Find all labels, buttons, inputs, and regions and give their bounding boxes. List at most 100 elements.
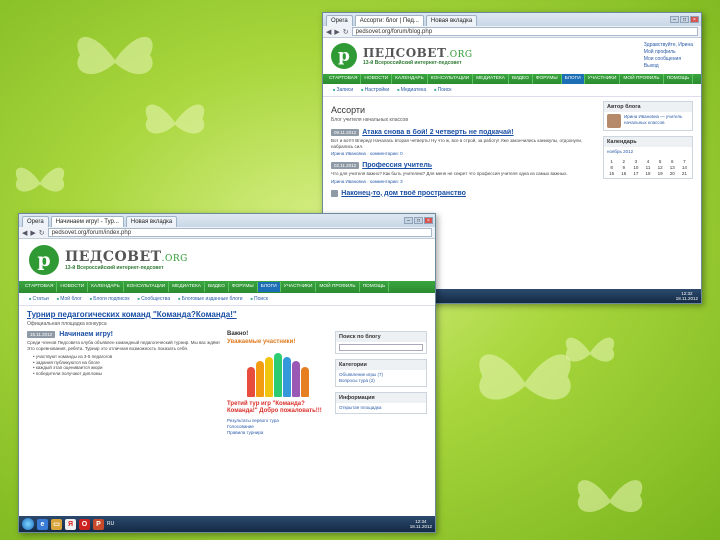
close-icon[interactable]: × xyxy=(424,217,433,224)
submenu-item[interactable]: Мой блог xyxy=(57,296,81,302)
post-title-link[interactable]: Атака снова в бой! 2 четверть не подкача… xyxy=(362,129,513,136)
calendar-day[interactable]: 12 xyxy=(655,165,666,170)
maximize-icon[interactable]: □ xyxy=(414,217,423,224)
back-icon[interactable]: ◀ xyxy=(22,229,27,237)
messages-link[interactable]: Мои сообщения xyxy=(644,56,693,63)
menu-item[interactable]: ВИДЕО xyxy=(509,74,533,84)
browser-tab[interactable]: Новая вкладка xyxy=(125,216,178,227)
start-button[interactable] xyxy=(22,518,34,530)
menu-item[interactable]: НОВОСТИ xyxy=(57,282,89,292)
submenu-item[interactable]: Записи xyxy=(333,87,354,93)
submenu-item[interactable]: Медиатека xyxy=(397,87,426,93)
submenu-item[interactable]: Статьи xyxy=(29,296,49,302)
calendar-day[interactable]: 6 xyxy=(667,159,678,164)
folder-icon[interactable]: ▭ xyxy=(51,518,62,530)
menu-item[interactable]: МОЙ ПРОФИЛЬ xyxy=(620,74,664,84)
calendar-day[interactable]: 17 xyxy=(630,171,641,176)
calendar-day[interactable]: 4 xyxy=(642,159,653,164)
menu-item[interactable]: СТАРТОВАЯ xyxy=(326,74,362,84)
calendar-day[interactable]: 20 xyxy=(667,171,678,176)
minimize-icon[interactable]: – xyxy=(404,217,413,224)
menu-item[interactable]: НОВОСТИ xyxy=(361,74,393,84)
logout-link[interactable]: Выход xyxy=(644,63,693,70)
browser-tab-active[interactable]: Начинаем игру! - Тур... xyxy=(50,216,124,227)
tournament-call-text[interactable]: Третий тур игр "Команда?Команда!" Добро … xyxy=(227,401,329,415)
greeting-link[interactable]: Здравствуйте, Ирина xyxy=(644,42,693,49)
submenu-item[interactable]: Блоги подписок xyxy=(90,296,129,302)
submenu-item[interactable]: Поиск xyxy=(251,296,268,302)
menu-item[interactable]: КАЛЕНДАРЬ xyxy=(88,282,124,292)
menu-item[interactable]: ФОРУМЫ xyxy=(229,282,258,292)
page-title[interactable]: Турнир педагогических команд "Команда?Ко… xyxy=(27,310,427,319)
post-comments-link[interactable]: комментарии: 3 xyxy=(370,179,403,184)
tournament-link[interactable]: Правила турнира xyxy=(227,430,329,436)
profile-link[interactable]: Мой профиль xyxy=(644,49,693,56)
minimize-icon[interactable]: – xyxy=(670,16,679,23)
taskbar-clock[interactable]: 12:32 18.11.2012 xyxy=(676,291,698,301)
maximize-icon[interactable]: □ xyxy=(680,16,689,23)
browser-tab-active[interactable]: Ассорти: блог | Пед... xyxy=(354,15,424,26)
menu-item[interactable]: ПОМОЩЬ xyxy=(360,282,390,292)
post-author-link[interactable]: Ирина Ивановна xyxy=(331,179,366,184)
menu-item[interactable]: МЕДИАТЕКА xyxy=(473,74,509,84)
forward-icon[interactable]: ▶ xyxy=(30,229,35,237)
pedsovet-logo-icon[interactable]: р xyxy=(331,43,357,69)
avatar[interactable] xyxy=(607,114,621,128)
info-text[interactable]: Открытая площадка xyxy=(336,403,426,413)
yandex-icon[interactable]: Я xyxy=(65,518,76,530)
menu-item[interactable]: СТАРТОВАЯ xyxy=(22,282,58,292)
calendar-day[interactable]: 9 xyxy=(618,165,629,170)
calendar-day[interactable]: 2 xyxy=(618,159,629,164)
reload-icon[interactable]: ↻ xyxy=(39,229,45,237)
menu-item[interactable]: УЧАСТНИКИ xyxy=(585,74,621,84)
opera-icon[interactable]: O xyxy=(79,518,90,530)
blog-search-input[interactable] xyxy=(339,344,423,351)
calendar-day[interactable]: 3 xyxy=(630,159,641,164)
url-input[interactable]: pedsovet.org/forum/index.php xyxy=(47,228,432,237)
calendar-day[interactable]: 11 xyxy=(642,165,653,170)
calendar-day[interactable]: 13 xyxy=(667,165,678,170)
menu-item[interactable]: ФОРУМЫ xyxy=(533,74,562,84)
post-comments-link[interactable]: комментарии: 0 xyxy=(370,151,403,156)
categories-list[interactable]: Объявление игры (7) Вопросы тура (2) xyxy=(336,370,426,386)
calendar-day[interactable]: 1 xyxy=(606,159,617,164)
menu-item[interactable]: ВИДЕО xyxy=(205,282,229,292)
calendar-day[interactable]: 10 xyxy=(630,165,641,170)
menu-item-active[interactable]: БЛОГИ xyxy=(561,74,585,84)
language-indicator[interactable]: RU xyxy=(107,521,114,527)
browser-tab[interactable]: Opera xyxy=(22,216,49,227)
post-title-link[interactable]: Профессия учитель xyxy=(362,162,432,169)
post-title[interactable]: Начинаем игру! xyxy=(59,331,113,338)
menu-item[interactable]: МЕДИАТЕКА xyxy=(169,282,205,292)
post-author-link[interactable]: Ирина Ивановна xyxy=(331,151,366,156)
ie-icon[interactable]: e xyxy=(37,518,48,530)
calendar-day[interactable]: 8 xyxy=(606,165,617,170)
menu-item[interactable]: КОНСУЛЬТАЦИИ xyxy=(428,74,474,84)
submenu-item[interactable]: Настройки xyxy=(361,87,390,93)
forward-icon[interactable]: ▶ xyxy=(334,28,339,36)
menu-item[interactable]: МОЙ ПРОФИЛЬ xyxy=(316,282,360,292)
menu-item[interactable]: ПОМОЩЬ xyxy=(664,74,694,84)
calendar-day[interactable]: 15 xyxy=(606,171,617,176)
submenu-item[interactable]: Поиск xyxy=(434,87,452,93)
submenu-item[interactable]: Сообщества xyxy=(138,296,170,302)
menu-item-active[interactable]: БЛОГИ xyxy=(257,282,281,292)
reload-icon[interactable]: ↻ xyxy=(343,28,349,36)
post-title-link[interactable]: Наконец-то, дом твоё пространство xyxy=(341,190,466,197)
calendar-day[interactable]: 21 xyxy=(679,171,690,176)
calendar-day[interactable]: 18 xyxy=(642,171,653,176)
back-icon[interactable]: ◀ xyxy=(326,28,331,36)
url-input[interactable]: pedsovet.org/forum/blog.php xyxy=(351,27,698,36)
calendar-month[interactable]: ноябрь 2012 xyxy=(604,147,692,157)
powerpoint-icon[interactable]: P xyxy=(93,518,104,530)
close-icon[interactable]: × xyxy=(690,16,699,23)
calendar-day[interactable]: 16 xyxy=(618,171,629,176)
calendar-day[interactable]: 14 xyxy=(679,165,690,170)
calendar-day[interactable]: 7 xyxy=(679,159,690,164)
browser-tab[interactable]: Новая вкладка xyxy=(425,15,478,26)
menu-item[interactable]: УЧАСТНИКИ xyxy=(281,282,317,292)
pedsovet-logo-icon[interactable]: р xyxy=(29,245,59,275)
calendar-day[interactable]: 5 xyxy=(655,159,666,164)
browser-tab[interactable]: Opera xyxy=(326,15,353,26)
taskbar-clock[interactable]: 12:34 18.11.2012 xyxy=(410,519,432,529)
